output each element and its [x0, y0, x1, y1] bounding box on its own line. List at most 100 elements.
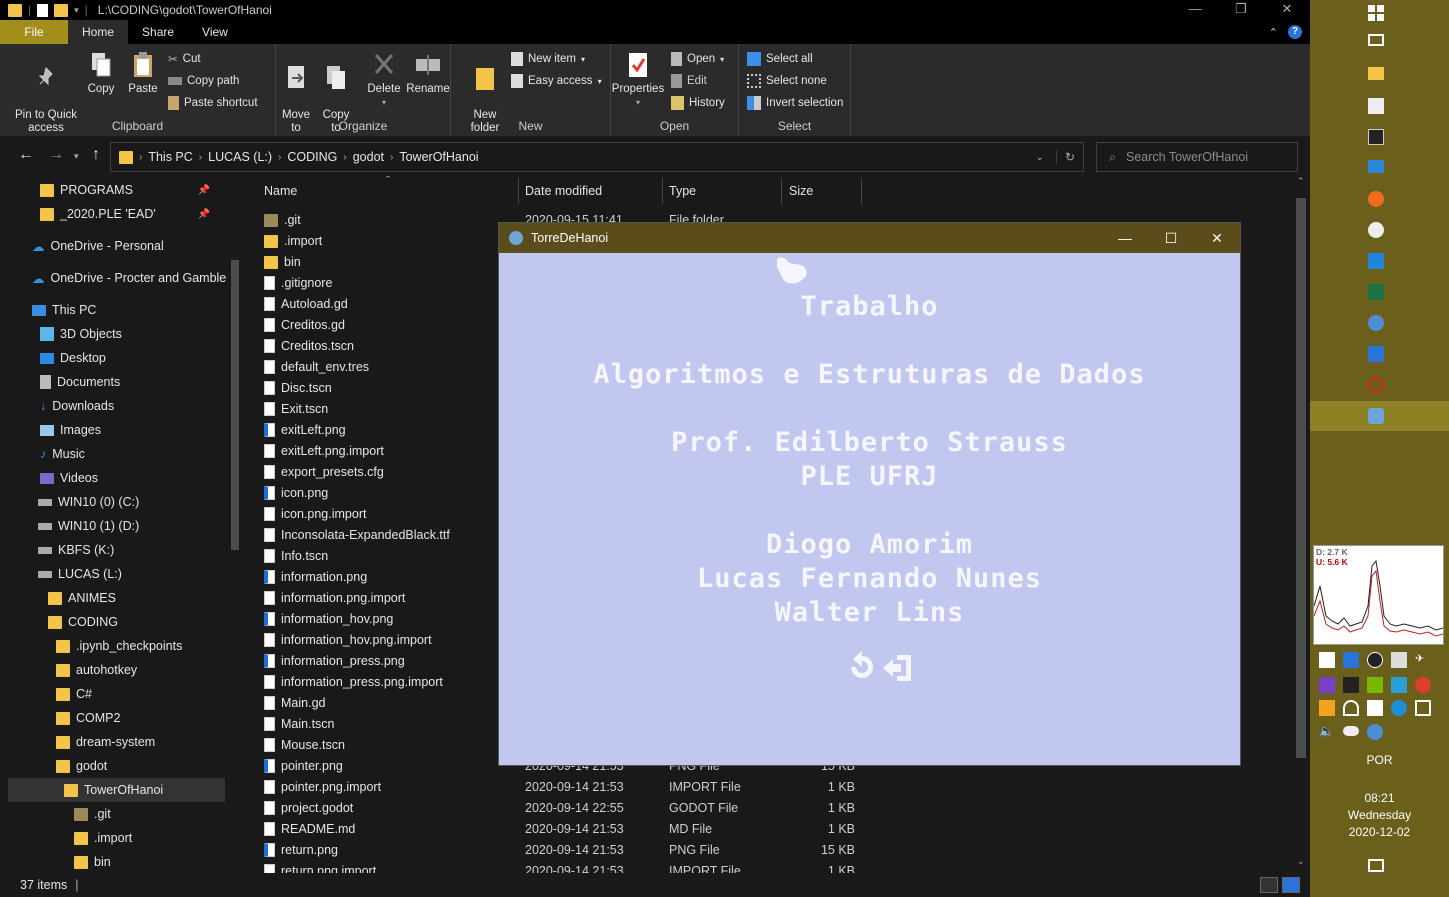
nav-item-onedrive-pg[interactable]: ☁ OneDrive - Procter and Gamble — [32, 266, 226, 290]
back-arrow-icon[interactable]: ← — [18, 146, 34, 164]
nav-item-git[interactable]: .git — [74, 802, 111, 826]
language-indicator[interactable]: POR — [1310, 753, 1449, 767]
up-arrow-icon[interactable]: ↑ — [92, 146, 100, 164]
large-icons-view-icon[interactable] — [1282, 877, 1300, 893]
properties-button[interactable]: Properties ▾ — [611, 50, 665, 109]
nav-item-desktop[interactable]: Desktop — [40, 346, 106, 370]
close-button[interactable]: ✕ — [1194, 223, 1240, 253]
nav-item-downloads[interactable]: ↓ Downloads — [40, 394, 114, 418]
paste-button[interactable]: Paste — [124, 50, 162, 96]
game-controller-icon[interactable] — [1368, 346, 1384, 362]
display-icon[interactable] — [1415, 700, 1431, 716]
file-row[interactable]: project.godot 2020-09-14 22:55 GODOT File 1… — [264, 798, 884, 819]
file-row[interactable]: pointer.png.import 2020-09-14 21:53 IMPORT… — [264, 777, 884, 798]
collapse-ribbon-icon[interactable]: ⌃ — [1269, 26, 1278, 39]
clock-date[interactable]: 2020-12-02 — [1310, 825, 1449, 839]
firefox-icon[interactable] — [1368, 191, 1384, 207]
tray-app-icon[interactable] — [1367, 652, 1383, 668]
breadcrumb-item[interactable]: This PC — [148, 150, 192, 164]
column-divider[interactable] — [518, 178, 519, 204]
tab-view[interactable]: View — [188, 20, 242, 44]
tab-home[interactable]: Home — [68, 20, 129, 44]
nav-item-coding[interactable]: CODING — [48, 610, 118, 634]
nav-item-2020-ple[interactable]: _2020.PLE 'EAD' 📌 — [40, 202, 230, 226]
nvidia-icon[interactable] — [1367, 677, 1383, 693]
tray-app-icon[interactable] — [1343, 700, 1359, 716]
windows-start-icon[interactable] — [1368, 5, 1384, 21]
nav-item-ipynb[interactable]: .ipynb_checkpoints — [56, 634, 182, 658]
tray-app-icon[interactable] — [1391, 652, 1407, 668]
search-input[interactable]: ⌕ Search TowerOfHanoi — [1096, 142, 1298, 172]
opera-icon[interactable] — [1368, 377, 1384, 393]
file-list-scrollbar[interactable]: ⌃ ⌄ — [1294, 176, 1310, 873]
nav-item-tower-of-hanoi[interactable]: TowerOfHanoi — [8, 778, 225, 802]
nav-item-autohotkey[interactable]: autohotkey — [56, 658, 137, 682]
tray-app-icon[interactable] — [1415, 677, 1431, 693]
properties-icon[interactable] — [37, 3, 49, 17]
tray-app-icon[interactable] — [1319, 700, 1335, 716]
open-button[interactable]: Open ▾ — [671, 50, 724, 68]
minimize-button[interactable]: — — [1172, 0, 1218, 20]
task-view-icon[interactable] — [1368, 34, 1384, 46]
scrollbar-thumb[interactable] — [231, 260, 239, 550]
file-row[interactable]: return.png 2020-09-14 21:53 PNG File 15 KB — [264, 840, 884, 861]
nav-item-onedrive-personal[interactable]: ☁ OneDrive - Personal — [32, 234, 164, 258]
select-all-button[interactable]: Select all — [747, 50, 813, 68]
rename-button[interactable]: Rename — [406, 50, 450, 96]
breadcrumb-item[interactable]: godot — [353, 150, 384, 164]
nav-item-drive-l[interactable]: LUCAS (L:) — [38, 562, 122, 586]
copy-button[interactable]: Copy — [84, 50, 118, 96]
breadcrumb-item[interactable]: CODING — [287, 150, 337, 164]
nav-item-dream-system[interactable]: dream-system — [56, 730, 155, 754]
history-button[interactable]: History — [671, 94, 725, 112]
new-folder-icon[interactable] — [54, 3, 69, 17]
cut-button[interactable]: ✂ Cut — [168, 50, 201, 68]
nav-item-animes[interactable]: ANIMES — [48, 586, 116, 610]
return-icon[interactable] — [845, 651, 879, 685]
tab-share[interactable]: Share — [128, 20, 188, 44]
easy-access-button[interactable]: Easy access ▾ — [511, 72, 602, 90]
nav-scrollbar[interactable] — [229, 180, 241, 870]
nav-item-3d-objects[interactable]: 3D Objects — [40, 322, 122, 346]
copy-path-button[interactable]: Copy path — [168, 72, 239, 90]
paste-shortcut-button[interactable]: Paste shortcut — [168, 94, 258, 112]
nav-item-drive-d[interactable]: WIN10 (1) (D:) — [38, 514, 139, 538]
column-header-size[interactable]: Size — [789, 176, 813, 206]
notification-icon[interactable] — [1368, 859, 1384, 872]
qbittorrent-icon[interactable] — [1367, 724, 1383, 740]
volume-icon[interactable]: 🔈 — [1319, 724, 1335, 740]
nav-item-this-pc[interactable]: This PC — [32, 298, 96, 322]
tray-app-icon[interactable] — [1391, 677, 1407, 693]
breadcrumb-item[interactable]: LUCAS (L:) — [208, 150, 272, 164]
file-row[interactable]: return.png.import 2020-09-14 21:53 IMPORT … — [264, 861, 884, 873]
onedrive-icon[interactable] — [1343, 726, 1359, 736]
palette-icon[interactable] — [1368, 222, 1384, 238]
nav-item-import[interactable]: .import — [74, 826, 132, 850]
close-button[interactable]: ✕ — [1264, 0, 1310, 20]
maximize-button[interactable]: ☐ — [1148, 223, 1194, 253]
godot-icon[interactable] — [1368, 408, 1384, 424]
minimize-button[interactable]: — — [1102, 223, 1148, 253]
clock-day[interactable]: Wednesday — [1310, 808, 1449, 822]
tray-app-icon[interactable] — [1343, 677, 1359, 693]
nav-item-drive-k[interactable]: KBFS (K:) — [38, 538, 114, 562]
forward-arrow-icon[interactable]: → — [48, 146, 64, 164]
details-view-icon[interactable] — [1260, 877, 1278, 893]
tray-app-icon[interactable] — [1319, 652, 1335, 668]
nav-item-music[interactable]: ♪ Music — [40, 442, 85, 466]
clock-time[interactable]: 08:21 — [1310, 791, 1449, 805]
nav-item-comp2[interactable]: COMP2 — [56, 706, 120, 730]
nav-item-godot[interactable]: godot — [56, 754, 107, 778]
breadcrumb-item[interactable]: TowerOfHanoi — [399, 150, 478, 164]
column-header-date[interactable]: Date modified — [525, 176, 602, 206]
help-icon[interactable]: ? — [1288, 25, 1302, 39]
scrollbar-thumb[interactable] — [1296, 198, 1306, 758]
invert-selection-button[interactable]: Invert selection — [747, 94, 843, 112]
new-item-button[interactable]: New item ▾ — [511, 50, 585, 68]
exit-icon[interactable] — [881, 651, 915, 685]
column-divider[interactable] — [861, 178, 862, 204]
tray-controller-icon[interactable] — [1343, 652, 1359, 668]
tab-file[interactable]: File — [0, 20, 68, 44]
delete-button[interactable]: Delete ▾ — [366, 50, 402, 109]
nav-item-videos[interactable]: Videos — [40, 466, 98, 490]
